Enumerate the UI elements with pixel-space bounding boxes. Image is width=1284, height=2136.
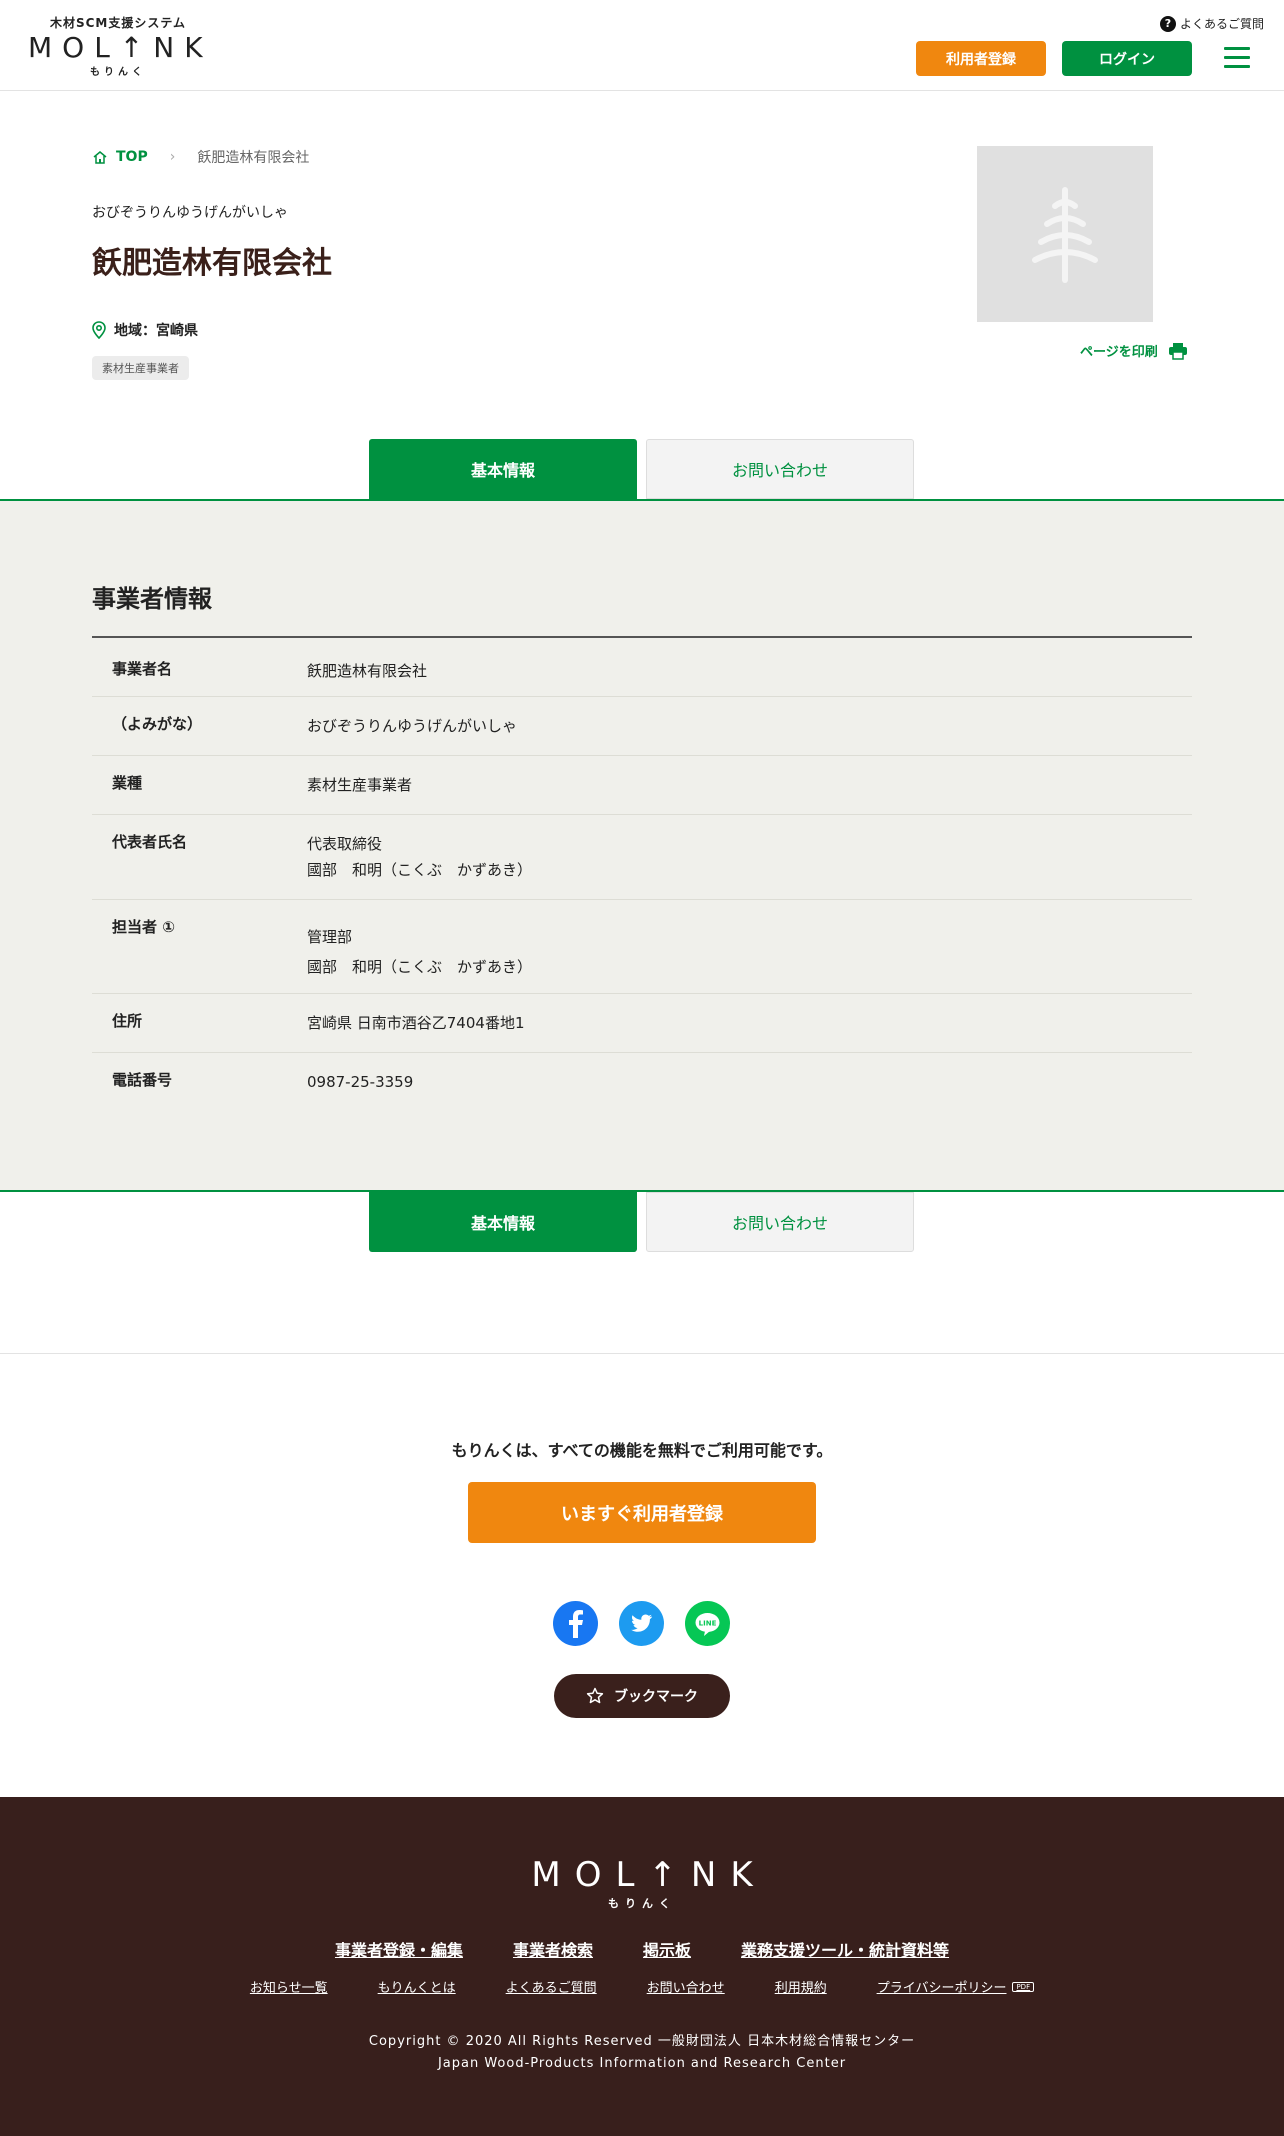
row-value-line: 國部 和明（こくぶ かずあき） [307,958,533,976]
star-icon [586,1687,604,1704]
question-icon: ? [1159,15,1176,32]
tab-bar-top: 基本情報 お問い合わせ [0,439,1284,501]
login-button[interactable]: ログイン [1062,41,1192,76]
row-value-line: 管理部 [307,928,353,946]
row-value-line: おびぞうりんゆうげんがいしゃ [307,717,518,735]
privacy-label: プライバシーポリシー [876,1981,1007,1996]
bookmark-button[interactable]: ブックマーク [554,1674,730,1718]
footer-link-about[interactable]: もりんくとは [378,1977,456,1996]
site-header: 木材SCM支援システム MOL↑NK もりんく ? よくあるご質問 利用者登録 … [0,0,1284,91]
footer-link-terms[interactable]: 利用規約 [775,1977,827,1996]
cta-text: もりんくは、すべての機能を無料でご利用可能です。 [451,1441,833,1460]
logo-kana: もりんく [90,67,146,78]
facebook-icon[interactable] [553,1601,598,1646]
row-value: 素材生産事業者 [307,772,1192,814]
page-title: 飫肥造林有限会社 [92,246,332,281]
row-value-line: 飫肥造林有限会社 [307,662,428,680]
industry-tag: 素材生産事業者 [92,356,189,380]
logo-wordmark: MOL↑NK [28,31,213,64]
footer-logo-kana: もりんく [608,1897,676,1910]
table-row: 住所 宮崎県 日南市酒谷乙7404番地1 [92,994,1192,1053]
footer-link-tools[interactable]: 業務支援ツール・統計資料等 [741,1937,949,1961]
breadcrumb-current: 飫肥造林有限会社 [197,150,310,166]
footer-logo-wordmark: MOL↑NK [531,1855,767,1895]
row-value-line: 0987-25-3359 [307,1073,414,1091]
row-value: 管理部 國部 和明（こくぶ かずあき） [307,916,1192,993]
table-row: 電話番号 0987-25-3359 [92,1053,1192,1112]
footer-logo[interactable]: MOL↑NK もりんく [0,1857,1284,1911]
tree-icon [1032,187,1098,283]
footer-primary-nav: 事業者登録・編集 事業者検索 掲示板 業務支援ツール・統計資料等 [0,1937,1284,1961]
site-logo[interactable]: 木材SCM支援システム MOL↑NK もりんく [28,14,208,78]
tab-basic-info[interactable]: 基本情報 [369,1192,637,1252]
row-value-line: 宮崎県 日南市酒谷乙7404番地1 [307,1014,525,1032]
breadcrumb-top-link[interactable]: TOP [92,149,148,165]
print-label: ページを印刷 [1080,345,1158,360]
table-row: 業種 素材生産事業者 [92,756,1192,815]
row-value-line: 國部 和明（こくぶ かずあき） [307,861,533,879]
business-info-table: 事業者名 飫肥造林有限会社 （よみがな） おびぞうりんゆうげんがいしゃ 業種 素… [92,636,1192,1112]
faq-label: よくあるご質問 [1179,17,1264,31]
chevron-right-icon: › [169,149,176,165]
print-page-link[interactable]: ページを印刷 [1080,341,1188,360]
breadcrumb-top-label: TOP [116,149,148,165]
section-title: 事業者情報 [92,585,212,613]
row-label: 住所 [112,1012,143,1030]
region-label: 地域：宮崎県 [114,323,198,339]
row-label: 電話番号 [112,1071,173,1089]
company-image-placeholder [977,146,1153,322]
table-row: 担当者 ① 管理部 國部 和明（こくぶ かずあき） [92,900,1192,994]
breadcrumb: TOP › 飫肥造林有限会社 [92,147,309,167]
register-button[interactable]: 利用者登録 [916,41,1046,76]
map-pin-icon [92,321,106,339]
row-label: 担当者 ① [112,918,175,936]
row-value: 宮崎県 日南市酒谷乙7404番地1 [307,1010,1192,1052]
bookmark-label: ブックマーク [614,1689,698,1705]
footer-link-board[interactable]: 掲示板 [643,1937,691,1961]
row-label: 代表者氏名 [112,833,188,851]
site-footer: MOL↑NK もりんく 事業者登録・編集 事業者検索 掲示板 業務支援ツール・統… [0,1797,1284,2136]
section-divider [0,1353,1284,1354]
row-value-line: 代表取締役 [307,835,383,853]
footer-link-business-search[interactable]: 事業者検索 [513,1937,593,1961]
signup-now-button[interactable]: いますぐ利用者登録 [468,1482,816,1543]
organization-name-en: Japan Wood-Products Information and Rese… [437,2056,847,2071]
footer-link-faq[interactable]: よくあるご質問 [506,1977,597,1996]
copyright: Copyright © 2020 All Rights Reserved 一般財… [0,2031,1284,2075]
row-value: 代表取締役 國部 和明（こくぶ かずあき） [307,831,1192,899]
tab-contact[interactable]: お問い合わせ [646,439,914,499]
row-value-line: 素材生産事業者 [307,776,413,794]
footer-link-privacy[interactable]: プライバシーポリシー PDF [876,1977,1035,1996]
row-value: おびぞうりんゆうげんがいしゃ [307,713,1192,755]
table-row: 代表者氏名 代表取締役 國部 和明（こくぶ かずあき） [92,815,1192,900]
pdf-icon: PDF [1012,1981,1035,1992]
footer-link-business-register[interactable]: 事業者登録・編集 [335,1937,463,1961]
table-row: （よみがな） おびぞうりんゆうげんがいしゃ [92,697,1192,756]
twitter-icon[interactable] [619,1601,664,1646]
footer-link-contact[interactable]: お問い合わせ [647,1977,725,1996]
company-region: 地域：宮崎県 [92,320,198,340]
row-label: （よみがな） [112,715,203,733]
logo-subtitle: 木材SCM支援システム [49,16,187,30]
footer-link-news[interactable]: お知らせ一覧 [250,1977,328,1996]
line-icon[interactable]: LINE [685,1601,730,1646]
row-label: 事業者名 [112,660,173,678]
business-info-section: 事業者情報 事業者名 飫肥造林有限会社 （よみがな） おびぞうりんゆうげんがいし… [0,501,1284,1190]
tab-basic-info[interactable]: 基本情報 [369,439,637,499]
company-kana: おびぞうりんゆうげんがいしゃ [92,205,288,221]
table-row: 事業者名 飫肥造林有限会社 [92,638,1192,697]
tab-contact[interactable]: お問い合わせ [646,1192,914,1252]
footer-secondary-nav: お知らせ一覧 もりんくとは よくあるご質問 お問い合わせ 利用規約 プライバシー… [0,1977,1284,1996]
copyright-text: Copyright © 2020 All Rights Reserved 一般財… [368,2034,916,2049]
printer-icon [1168,342,1187,360]
row-value: 飫肥造林有限会社 [307,658,1192,696]
home-icon [93,151,107,164]
tab-bar-bottom: 基本情報 お問い合わせ [0,1190,1284,1252]
row-value: 0987-25-3359 [307,1069,1192,1112]
faq-link[interactable]: ? よくあるご質問 [1159,15,1264,32]
svg-text:LINE: LINE [699,1620,717,1628]
menu-icon[interactable] [1224,47,1250,69]
row-label: 業種 [112,774,143,792]
